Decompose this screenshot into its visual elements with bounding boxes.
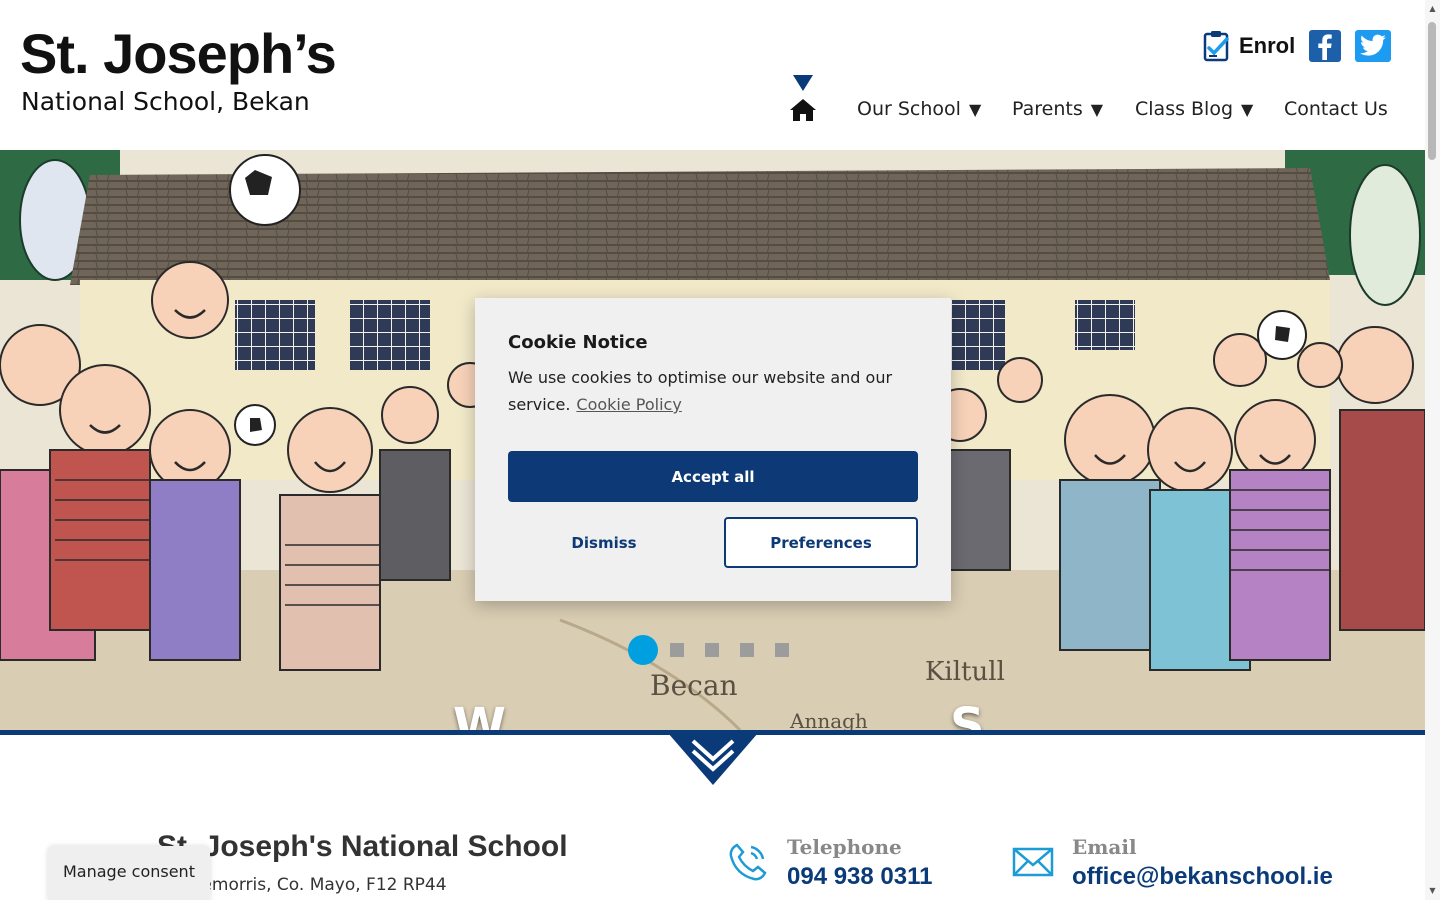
slide-dot-active[interactable] <box>628 635 658 665</box>
telephone-value[interactable]: 094 938 0311 <box>787 863 933 891</box>
cookie-notice-dialog: Cookie Notice We use cookies to optimise… <box>475 298 951 601</box>
cookie-title: Cookie Notice <box>508 332 648 353</box>
contact-email[interactable]: Email office@bekanschool.ie <box>1012 835 1333 895</box>
chevron-down-icon: ▼ <box>968 100 982 119</box>
telephone-label: Telephone <box>787 835 902 859</box>
nav-class-blog-label: Class Blog <box>1135 98 1234 120</box>
home-icon <box>790 99 816 121</box>
nav-home[interactable] <box>788 72 818 122</box>
facebook-icon <box>1318 34 1332 60</box>
nav-contact-us[interactable]: Contact Us <box>1284 98 1388 120</box>
nav-parents-label: Parents <box>1012 98 1083 120</box>
slide-dot[interactable] <box>740 643 754 657</box>
accept-all-button[interactable]: Accept all <box>508 451 918 502</box>
twitter-link[interactable] <box>1355 30 1391 62</box>
email-icon <box>1012 847 1054 877</box>
slide-dot[interactable] <box>705 643 719 657</box>
email-label: Email <box>1072 835 1137 859</box>
scroll-up-arrow-icon[interactable]: ▲ <box>1428 4 1437 13</box>
svg-text:Annagh: Annagh <box>789 709 868 730</box>
hero-caption-left: W <box>453 698 506 730</box>
page: St. Joseph’s National School, Bekan Enro… <box>0 0 1425 900</box>
cookie-text: We use cookies to optimise our website a… <box>508 368 893 414</box>
slide-dot[interactable] <box>775 643 789 657</box>
twitter-icon <box>1360 34 1386 56</box>
slide-indicators <box>628 635 798 665</box>
enrol-clipboard-icon <box>1203 31 1229 62</box>
email-value[interactable]: office@bekanschool.ie <box>1072 863 1333 891</box>
cookie-message: We use cookies to optimise our website a… <box>508 364 928 418</box>
nav-our-school-label: Our School <box>857 98 961 120</box>
nav-our-school[interactable]: Our School ▼ <box>857 98 981 120</box>
phone-icon <box>729 843 767 881</box>
site-header: St. Joseph’s National School, Bekan Enro… <box>0 0 1425 150</box>
active-indicator-icon <box>793 75 813 91</box>
scroll-down-chevron-icon[interactable] <box>668 733 758 785</box>
slide-dot[interactable] <box>670 643 684 657</box>
manage-consent-button[interactable]: Manage consent <box>48 846 210 900</box>
nav-class-blog[interactable]: Class Blog ▼ <box>1135 98 1253 120</box>
svg-text:Becan: Becan <box>650 669 738 702</box>
scroll-thumb[interactable] <box>1428 22 1436 160</box>
nav-contact-us-label: Contact Us <box>1284 98 1388 120</box>
preferences-button[interactable]: Preferences <box>724 517 918 568</box>
scroll-down-arrow-icon[interactable]: ▼ <box>1428 886 1437 895</box>
hero-caption-right: S <box>950 698 985 730</box>
enrol-link[interactable]: Enrol <box>1203 30 1295 62</box>
svg-text:Kiltull: Kiltull <box>925 657 1005 687</box>
page-scrollbar[interactable]: ▲ ▼ <box>1425 0 1440 900</box>
chevron-down-icon: ▼ <box>1090 100 1104 119</box>
nav-parents[interactable]: Parents ▼ <box>1012 98 1103 120</box>
contact-telephone[interactable]: Telephone 094 938 0311 <box>727 835 967 895</box>
enrol-label: Enrol <box>1239 33 1296 58</box>
dismiss-button[interactable]: Dismiss <box>508 517 700 568</box>
chevron-down-icon: ▼ <box>1241 100 1254 119</box>
main-nav: Our School ▼ Parents ▼ Class Blog ▼ Contact… <box>0 70 1425 140</box>
school-name: St. Joseph's National School <box>157 830 568 863</box>
cookie-policy-link[interactable]: Cookie Policy <box>576 395 681 414</box>
facebook-link[interactable] <box>1309 30 1341 62</box>
